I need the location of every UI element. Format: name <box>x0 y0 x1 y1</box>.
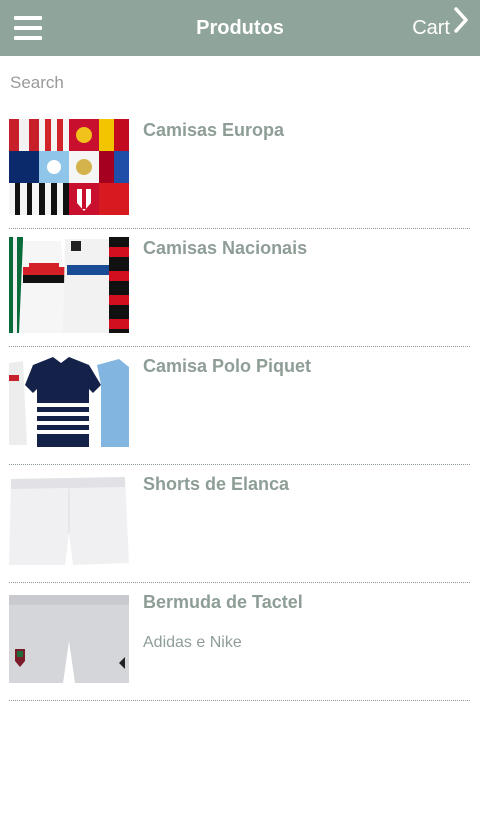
search-input[interactable] <box>10 70 470 96</box>
product-subtitle: Adidas e Nike <box>143 634 242 651</box>
top-app-bar: Produtos Cart <box>0 0 480 56</box>
list-item[interactable]: Camisas Nacionais <box>9 229 470 347</box>
cart-label: Cart <box>412 17 450 39</box>
product-thumbnail-camisas-europa <box>9 119 129 215</box>
chevron-right-icon <box>454 0 468 55</box>
product-thumbnail-bermuda-de-tactel <box>9 591 129 687</box>
cart-button[interactable]: Cart <box>412 0 468 56</box>
product-title: Camisa Polo Piquet <box>143 356 312 376</box>
list-item[interactable]: Bermuda de Tactel Adidas e Nike <box>9 583 470 701</box>
product-title: Camisas Europa <box>143 120 285 140</box>
product-title: Shorts de Elanca <box>143 474 290 494</box>
product-list: Camisas Europa Camisas Nacionais Camisa … <box>0 111 480 701</box>
product-title: Camisas Nacionais <box>143 238 308 258</box>
product-thumbnail-camisa-polo-piquet <box>9 355 129 451</box>
page-title: Produtos <box>196 17 284 39</box>
product-title: Bermuda de Tactel <box>143 592 303 612</box>
product-thumbnail-shorts-de-elanca <box>9 473 129 569</box>
list-item[interactable]: Camisas Europa <box>9 111 470 229</box>
product-thumbnail-camisas-nacionais <box>9 237 129 333</box>
list-item[interactable]: Camisa Polo Piquet <box>9 347 470 465</box>
list-item[interactable]: Shorts de Elanca <box>9 465 470 583</box>
